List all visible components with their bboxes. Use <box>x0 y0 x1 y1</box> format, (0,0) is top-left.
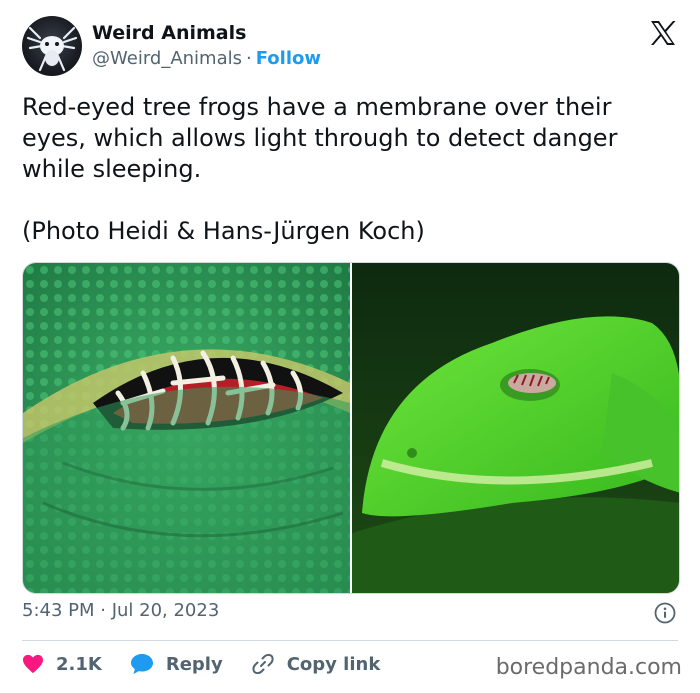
tweet-media[interactable] <box>22 262 680 594</box>
tweet-text: Red-eyed tree frogs have a membrane over… <box>22 92 672 247</box>
reply-button[interactable]: Reply <box>130 653 223 675</box>
axolotl-avatar-image <box>26 26 78 72</box>
info-icon[interactable] <box>654 602 676 624</box>
copy-link-button[interactable]: Copy link <box>251 652 381 676</box>
speech-bubble-icon <box>130 654 153 674</box>
heart-icon <box>23 654 43 674</box>
divider <box>22 640 678 641</box>
reply-label: Reply <box>165 653 223 675</box>
avatar[interactable] <box>22 16 82 76</box>
follow-button[interactable]: Follow <box>256 48 321 69</box>
tweet-actions: 2.1K Reply Copy link <box>22 652 408 676</box>
copy-link-label: Copy link <box>286 653 381 675</box>
sleeping-frog-image[interactable] <box>350 263 679 593</box>
link-icon <box>252 653 274 675</box>
photo-credit: (Photo Heidi & Hans-Jürgen Koch) <box>22 217 425 245</box>
separator-dot: · <box>246 48 252 69</box>
tweet-timestamp[interactable]: 5:43 PM · Jul 20, 2023 <box>22 600 219 621</box>
author-name[interactable]: Weird Animals <box>92 22 246 44</box>
tweet-body: Red-eyed tree frogs have a membrane over… <box>22 93 618 183</box>
watermark-text: boredpanda.com <box>495 655 682 680</box>
like-button[interactable]: 2.1K <box>22 654 102 675</box>
x-logo-icon[interactable] <box>648 18 678 48</box>
author-handle-row: @Weird_Animals · Follow <box>92 48 321 69</box>
author-handle[interactable]: @Weird_Animals <box>92 48 242 69</box>
likes-count: 2.1K <box>56 653 102 675</box>
frog-eye-closeup-image[interactable] <box>23 263 350 593</box>
